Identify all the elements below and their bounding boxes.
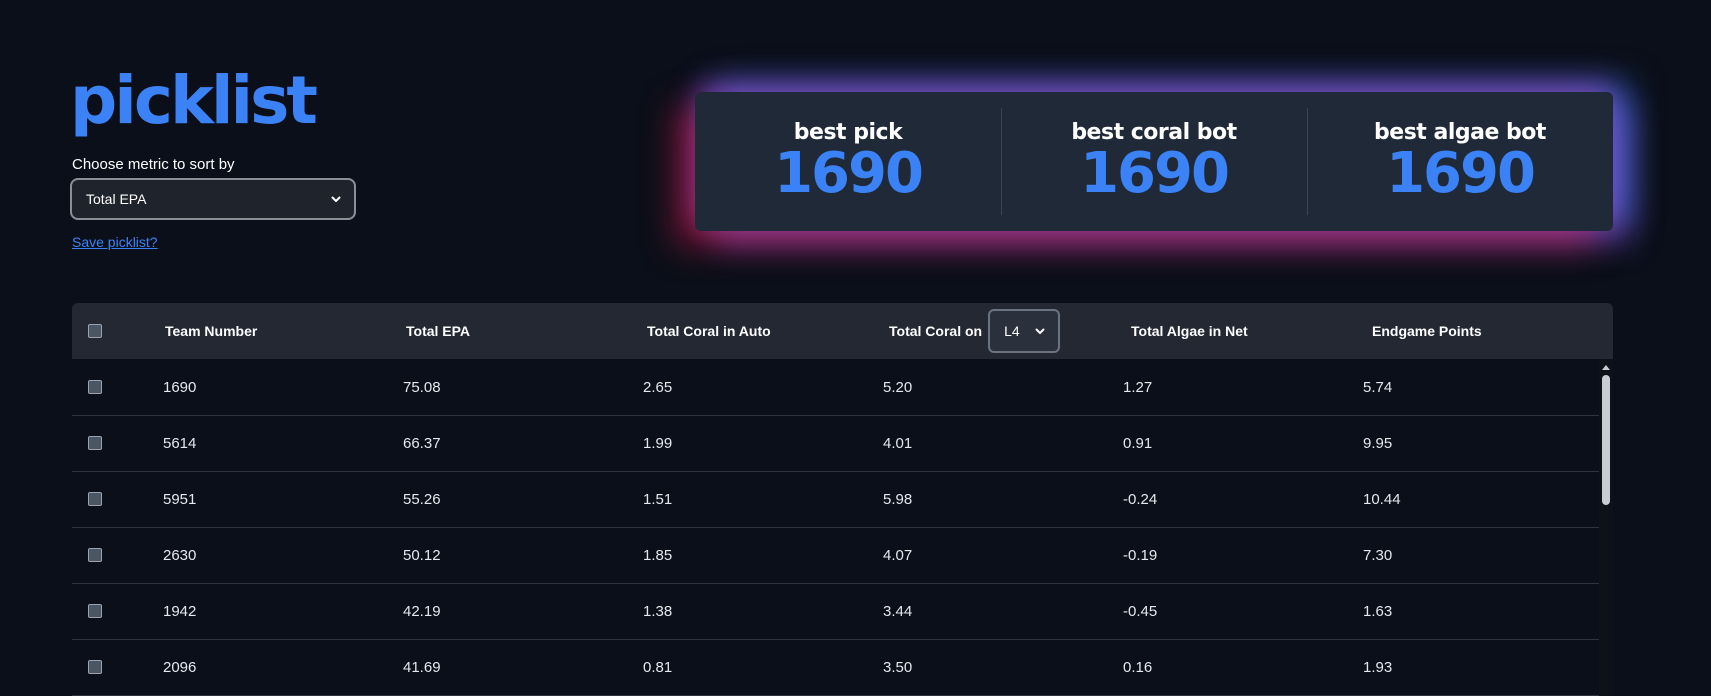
sort-metric-value: Total EPA [86, 191, 147, 207]
cell-total-epa: 66.37 [403, 434, 441, 452]
save-picklist-link[interactable]: Save picklist? [72, 234, 158, 250]
cell-coral-on: 3.50 [883, 658, 913, 676]
cell-team-number: 5614 [163, 434, 197, 452]
header-coral-on: Total Coral on L4 [889, 303, 1061, 359]
best-pick: best pick 1690 [695, 92, 1001, 231]
best-summary-card: best pick 1690 best coral bot 1690 best … [695, 92, 1613, 231]
cell-endgame-points: 1.63 [1363, 602, 1393, 620]
table-row[interactable]: 5951 55.26 1.51 5.98 -0.24 10.44 [72, 471, 1599, 528]
scroll-up-arrow-icon[interactable] [1602, 365, 1610, 370]
sort-metric-select[interactable]: Total EPA [70, 178, 356, 220]
cell-coral-on: 4.01 [883, 434, 913, 452]
header-endgame-points[interactable]: Endgame Points [1372, 303, 1482, 359]
row-select-cell [88, 583, 102, 639]
cell-algae-net: -0.24 [1123, 490, 1158, 508]
row-select-cell [88, 415, 102, 471]
row-checkbox[interactable] [88, 548, 102, 562]
row-select-cell [88, 471, 102, 527]
row-checkbox[interactable] [88, 380, 102, 394]
chevron-down-icon [1032, 323, 1048, 339]
table-row[interactable]: 1690 75.08 2.65 5.20 1.27 5.74 [72, 359, 1599, 416]
row-checkbox[interactable] [88, 492, 102, 506]
cell-algae-net: -0.45 [1123, 602, 1158, 620]
chevron-down-icon [328, 191, 344, 207]
table-header: Team Number Total EPA Total Coral in Aut… [72, 303, 1613, 359]
cell-total-epa: 50.12 [403, 546, 441, 564]
coral-level-select[interactable]: L4 [988, 309, 1061, 353]
best-algae-bot-value: 1690 [1386, 140, 1536, 206]
table-row[interactable]: 2096 41.69 0.81 3.50 0.16 1.93 [72, 639, 1599, 696]
header-total-epa[interactable]: Total EPA [406, 303, 470, 359]
picklist-page: picklist Choose metric to sort by Total … [0, 0, 1711, 696]
cell-team-number: 2630 [163, 546, 197, 564]
row-select-cell [88, 527, 102, 583]
cell-coral-auto: 1.99 [643, 434, 673, 452]
cell-coral-on: 5.20 [883, 378, 913, 396]
cell-algae-net: 0.16 [1123, 658, 1153, 676]
row-checkbox[interactable] [88, 660, 102, 674]
cell-total-epa: 55.26 [403, 490, 441, 508]
cell-endgame-points: 5.74 [1363, 378, 1393, 396]
cell-coral-auto: 0.81 [643, 658, 673, 676]
cell-endgame-points: 7.30 [1363, 546, 1393, 564]
best-coral-bot: best coral bot 1690 [1001, 92, 1307, 231]
cell-total-epa: 42.19 [403, 602, 441, 620]
cell-coral-on: 5.98 [883, 490, 913, 508]
cell-coral-on: 4.07 [883, 546, 913, 564]
table-row[interactable]: 5614 66.37 1.99 4.01 0.91 9.95 [72, 415, 1599, 472]
cell-endgame-points: 9.95 [1363, 434, 1393, 452]
row-checkbox[interactable] [88, 604, 102, 618]
best-algae-bot: best algae bot 1690 [1307, 92, 1613, 231]
select-all-checkbox[interactable] [88, 324, 102, 338]
cell-total-epa: 41.69 [403, 658, 441, 676]
header-coral-auto[interactable]: Total Coral in Auto [647, 303, 771, 359]
cell-coral-auto: 1.51 [643, 490, 673, 508]
best-pick-value: 1690 [774, 140, 924, 206]
cell-algae-net: -0.19 [1123, 546, 1158, 564]
cell-algae-net: 1.27 [1123, 378, 1153, 396]
row-select-cell [88, 639, 102, 695]
cell-coral-on: 3.44 [883, 602, 913, 620]
cell-total-epa: 75.08 [403, 378, 441, 396]
cell-algae-net: 0.91 [1123, 434, 1153, 452]
cell-coral-auto: 1.38 [643, 602, 673, 620]
cell-endgame-points: 1.93 [1363, 658, 1393, 676]
cell-coral-auto: 1.85 [643, 546, 673, 564]
scroll-thumb[interactable] [1602, 375, 1610, 505]
cell-team-number: 1690 [163, 378, 197, 396]
cell-team-number: 2096 [163, 658, 197, 676]
cell-team-number: 1942 [163, 602, 197, 620]
header-algae-net[interactable]: Total Algae in Net [1131, 303, 1248, 359]
page-title: picklist [70, 62, 318, 139]
row-checkbox[interactable] [88, 436, 102, 450]
header-team-number[interactable]: Team Number [165, 303, 257, 359]
coral-level-value: L4 [1004, 323, 1020, 339]
best-coral-bot-value: 1690 [1080, 140, 1230, 206]
cell-team-number: 5951 [163, 490, 197, 508]
table-row[interactable]: 2630 50.12 1.85 4.07 -0.19 7.30 [72, 527, 1599, 584]
table-scrollbar[interactable] [1599, 359, 1613, 696]
cell-coral-auto: 2.65 [643, 378, 673, 396]
row-select-cell [88, 359, 102, 415]
cell-endgame-points: 10.44 [1363, 490, 1401, 508]
metric-label: Choose metric to sort by [72, 156, 235, 173]
table-row[interactable]: 1942 42.19 1.38 3.44 -0.45 1.63 [72, 583, 1599, 640]
picklist-table: Team Number Total EPA Total Coral in Aut… [72, 303, 1613, 696]
header-coral-on-label[interactable]: Total Coral on [889, 323, 982, 339]
select-all-cell [88, 303, 102, 359]
